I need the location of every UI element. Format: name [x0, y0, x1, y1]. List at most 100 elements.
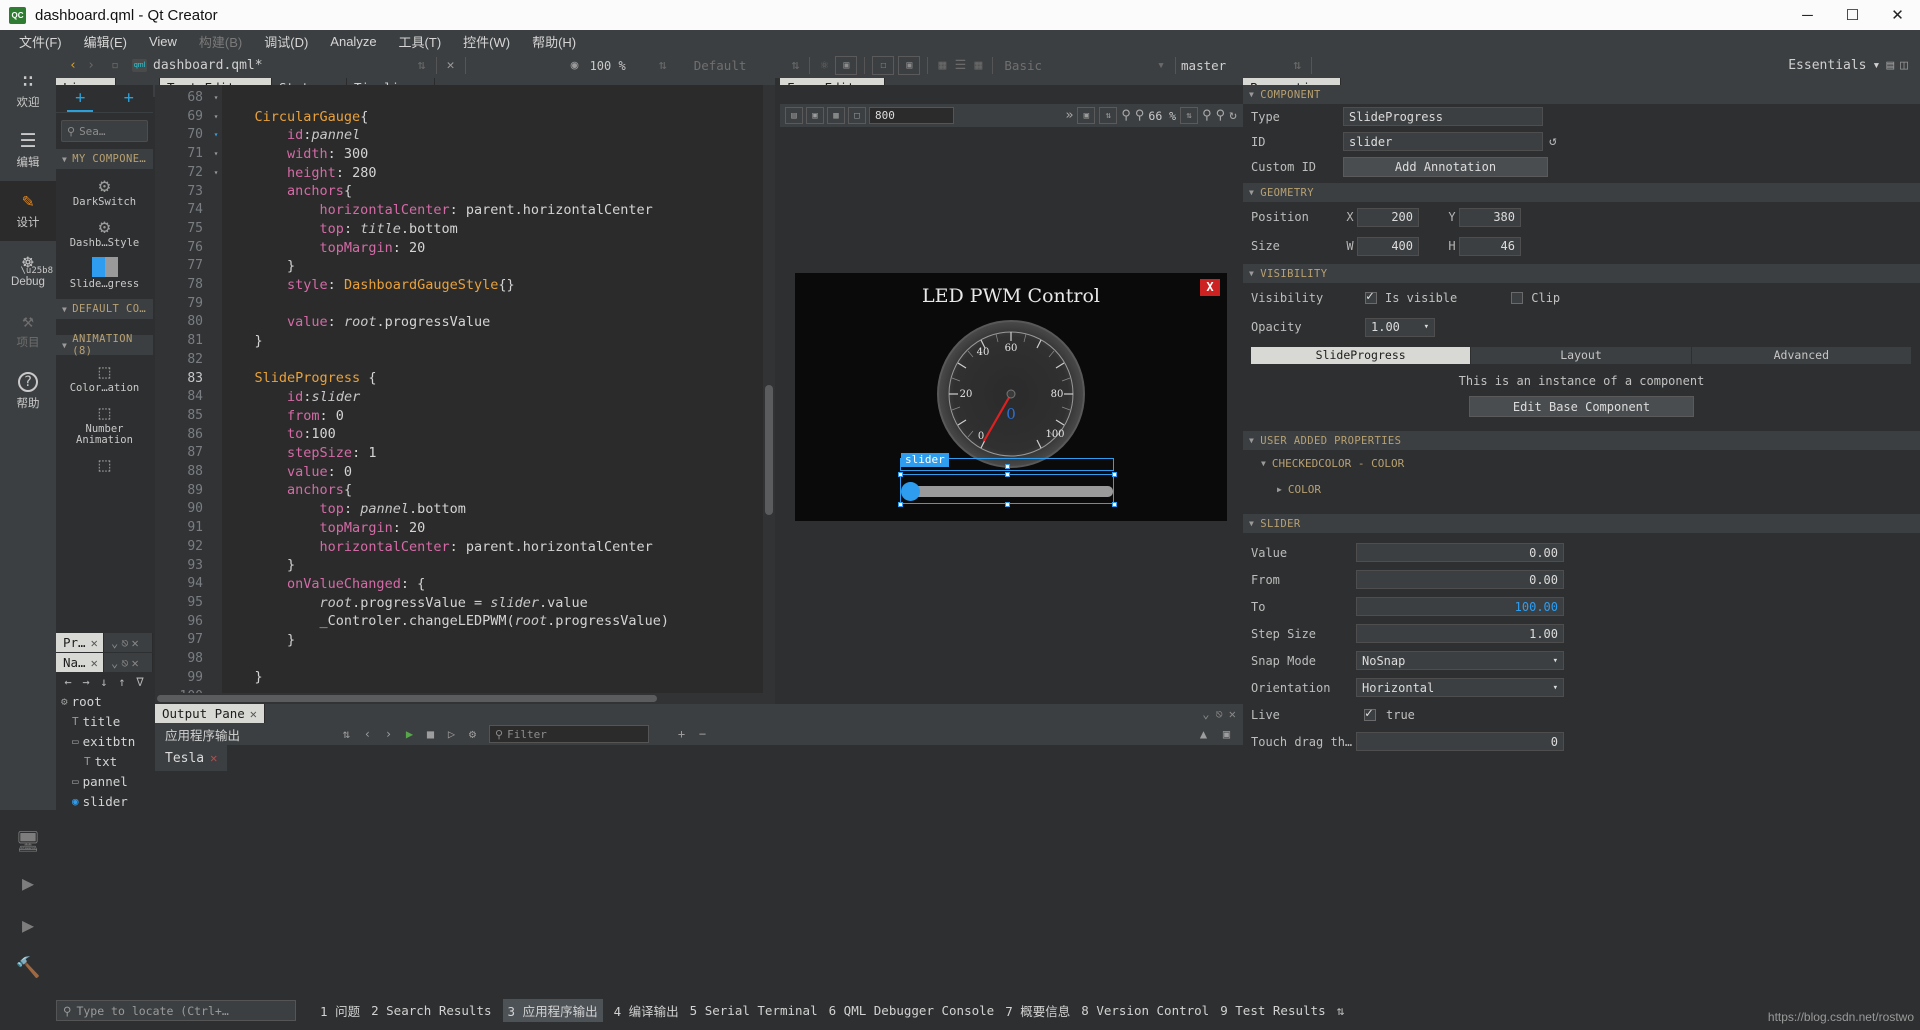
- resize-handle-br[interactable]: [1112, 502, 1117, 507]
- library-item-darkswitch[interactable]: ⚙ DarkSwitch: [57, 175, 152, 208]
- run-button[interactable]: ▶: [0, 862, 56, 904]
- slider-value-input[interactable]: 0.00: [1356, 543, 1564, 562]
- library-item-slideprogress[interactable]: Slide…gress: [57, 257, 152, 290]
- zoom-in-icon[interactable]: ⚲: [1135, 108, 1145, 123]
- mode-help[interactable]: ? 帮助: [0, 361, 56, 421]
- code-editor[interactable]: 68 69 70 71 72 73 74 75 76 77 78 79 80 81 82 83 84 85 86 87…: [155, 85, 775, 704]
- annotation-combo-value[interactable]: Basic: [1004, 58, 1042, 73]
- restart-icon[interactable]: ▷: [443, 727, 460, 741]
- section-slider[interactable]: ▼ SLIDER: [1243, 514, 1920, 533]
- split-icon[interactable]: ⎋: [121, 656, 128, 670]
- slider-stepsize-input[interactable]: 1.00: [1356, 624, 1564, 643]
- section-checkedcolor[interactable]: ▼ CHECKEDCOLOR - COLOR: [1243, 450, 1920, 476]
- rows-icon[interactable]: ☰: [951, 58, 969, 73]
- reset-id-icon[interactable]: ↺: [1549, 134, 1557, 149]
- next-item-icon[interactable]: ›: [380, 727, 397, 741]
- library-section-animation[interactable]: ▼ ANIMATION (8): [56, 333, 153, 357]
- mode-design[interactable]: ✎ 设计: [0, 181, 56, 241]
- code-line[interactable]: }: [222, 631, 763, 650]
- snap-icon[interactable]: ☐: [872, 56, 895, 75]
- kit-selector-icon[interactable]: 🖥: [0, 820, 56, 862]
- resize-handle-tr[interactable]: [1112, 472, 1117, 477]
- slider-orientation-select[interactable]: Horizontal ▾: [1356, 678, 1564, 697]
- code-line[interactable]: value: 0: [222, 463, 763, 482]
- navigator-controls[interactable]: ⌄ ⎋ ✕: [104, 653, 153, 672]
- resize-handle-tc[interactable]: [1005, 472, 1010, 477]
- navigator-item-title[interactable]: T title: [56, 711, 153, 731]
- tab-navigator[interactable]: Na… ✕: [56, 653, 104, 672]
- code-line[interactable]: stepSize: 1: [222, 444, 763, 463]
- statusbar-item-search-results[interactable]: 2 Search Results: [371, 1003, 491, 1018]
- close-icon[interactable]: ✕: [1229, 707, 1236, 721]
- mode-welcome[interactable]: ∷ 欢迎: [0, 61, 56, 121]
- move-left-icon[interactable]: ←: [60, 675, 76, 689]
- zoom-reset-icon[interactable]: ◉: [566, 58, 584, 73]
- code-line[interactable]: horizontalCenter: parent.horizontalCente…: [222, 538, 763, 557]
- code-line[interactable]: }: [222, 257, 763, 276]
- code-line[interactable]: topMargin: 20: [222, 519, 763, 538]
- code-line[interactable]: from: 0: [222, 407, 763, 426]
- opacity-input[interactable]: 1.00 ▾: [1365, 317, 1435, 337]
- code-line[interactable]: style: DashboardGaugeStyle{}: [222, 276, 763, 295]
- zoom-stepper-icon[interactable]: ⇅: [1180, 107, 1199, 124]
- output-pane-controls[interactable]: ⌄ ⎋ ✕: [1195, 704, 1243, 723]
- code-line[interactable]: to:100: [222, 425, 763, 444]
- resize-handle-tl[interactable]: [898, 472, 903, 477]
- navigate-back-icon[interactable]: ‹: [64, 58, 82, 73]
- split-icon[interactable]: ⎋: [121, 636, 128, 650]
- sidebar-toggle-icon[interactable]: ◫: [1900, 58, 1908, 73]
- refresh-icon[interactable]: ↻: [1229, 108, 1237, 123]
- subtab-slideprogress[interactable]: SlideProgress: [1251, 347, 1472, 364]
- close-file-icon[interactable]: ✕: [442, 58, 460, 73]
- library-item-dashboardgaugestyle[interactable]: ⚙ Dashb…Style: [57, 216, 152, 249]
- size-h-input[interactable]: 46: [1459, 236, 1521, 256]
- zoom-out-icon[interactable]: −: [694, 727, 711, 741]
- overflow-menu-icon[interactable]: »: [1066, 108, 1074, 123]
- resize-handle-bc[interactable]: [1005, 502, 1010, 507]
- maximize-button[interactable]: ☐: [1830, 0, 1875, 30]
- code-line[interactable]: }: [222, 668, 763, 687]
- close-icon[interactable]: ✕: [131, 636, 138, 650]
- edit-base-component-button[interactable]: Edit Base Component: [1469, 396, 1694, 417]
- run-icon[interactable]: ▶: [401, 727, 418, 741]
- lock-icon[interactable]: ▫: [106, 58, 124, 73]
- close-icon[interactable]: ✕: [250, 707, 257, 721]
- reset-view-icon[interactable]: ▣: [898, 56, 921, 75]
- subtab-advanced[interactable]: Advanced: [1691, 347, 1912, 364]
- code-text-area[interactable]: CircularGauge{ id:pannel width: 300 heig…: [222, 85, 763, 693]
- library-section-my-components[interactable]: ▼ MY COMPONE…: [56, 149, 153, 169]
- section-geometry[interactable]: ▼ GEOMETRY: [1243, 183, 1920, 202]
- settings-gear-icon[interactable]: ⚙: [464, 727, 481, 741]
- position-x-input[interactable]: 200: [1357, 207, 1419, 227]
- tab-properties-left[interactable]: Pr… ✕: [56, 633, 104, 652]
- menu-help[interactable]: 帮助(H): [521, 30, 587, 53]
- navigator-item-root[interactable]: ⚙ root: [56, 691, 153, 711]
- canvas-width-input[interactable]: 800: [869, 107, 954, 124]
- annotation-caret-icon[interactable]: ▾: [1152, 58, 1170, 73]
- code-line[interactable]: [222, 295, 763, 314]
- editor-horizontal-scrollbar[interactable]: [155, 693, 775, 704]
- code-line[interactable]: CircularGauge{: [222, 108, 763, 127]
- editor-vertical-scrollbar[interactable]: [763, 85, 775, 693]
- debug-button[interactable]: ▶: [0, 904, 56, 946]
- code-line[interactable]: [222, 351, 763, 370]
- left-properties-controls[interactable]: ⌄ ⎋ ✕: [104, 633, 153, 652]
- statusbar-item-test-results[interactable]: 9 Test Results: [1220, 1003, 1325, 1018]
- maximize-pane-icon[interactable]: ▣: [1218, 727, 1235, 741]
- fold-marker[interactable]: ▾: [210, 145, 222, 164]
- resize-handle-bl[interactable]: [898, 502, 903, 507]
- align-right-icon[interactable]: ▦: [827, 107, 845, 124]
- menu-debug[interactable]: 调试(D): [253, 30, 319, 53]
- library-item-partial[interactable]: ⬚: [57, 454, 152, 476]
- minimize-button[interactable]: ─: [1785, 0, 1830, 30]
- mode-edit[interactable]: ☰ 编辑: [0, 121, 56, 181]
- library-section-default-components[interactable]: ▼ DEFAULT CO…: [56, 299, 153, 319]
- progress-icon[interactable]: ▤: [1886, 58, 1894, 73]
- stepper-icon[interactable]: ⇅: [1099, 107, 1118, 124]
- navigator-item-slider[interactable]: ◉ slider: [56, 791, 153, 811]
- add-annotation-button[interactable]: Add Annotation: [1343, 156, 1548, 177]
- code-line[interactable]: height: 280: [222, 164, 763, 183]
- close-button[interactable]: ✕: [1875, 0, 1920, 30]
- statusbar-item-compile-output[interactable]: 4 编译输出: [614, 1001, 679, 1020]
- slider-to-input[interactable]: 100.00: [1356, 597, 1564, 616]
